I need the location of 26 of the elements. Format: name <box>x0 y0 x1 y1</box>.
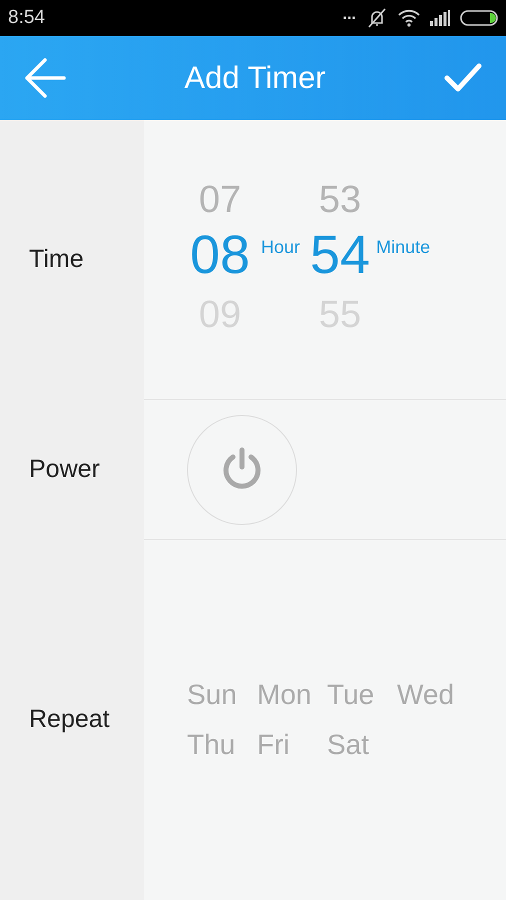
section-label: Time <box>29 244 84 276</box>
day-toggle[interactable]: Fri <box>257 731 327 759</box>
wifi-icon <box>398 9 420 27</box>
day-toggle[interactable]: Mon <box>257 681 327 709</box>
day-toggle[interactable]: Tue <box>327 681 397 709</box>
power-button[interactable] <box>187 414 297 524</box>
day-toggle[interactable]: Thu <box>187 731 257 759</box>
back-arrow-icon[interactable] <box>24 58 66 98</box>
status-time: 8:54 <box>8 6 45 30</box>
day-toggle[interactable]: Sun <box>187 681 257 709</box>
section-label: Power <box>29 454 100 486</box>
picker-value[interactable]: 07 <box>198 180 242 218</box>
checkmark-icon[interactable] <box>444 63 482 93</box>
screen-title: Add Timer <box>183 58 327 97</box>
selected-value[interactable]: 08 <box>190 228 250 282</box>
unit-label: Hour <box>261 237 300 257</box>
day-toggle[interactable]: Sat <box>327 731 397 759</box>
selected-value[interactable]: 54 <box>310 228 370 282</box>
unit-label: Minute <box>376 237 430 257</box>
picker-value[interactable]: 53 <box>318 180 362 218</box>
section-label: Repeat <box>29 704 110 736</box>
day-toggle[interactable]: Wed <box>397 681 467 709</box>
signal-icon <box>430 10 450 26</box>
battery-icon <box>460 10 498 26</box>
bell-muted-icon <box>366 8 388 28</box>
more-dots: ... <box>342 7 356 23</box>
